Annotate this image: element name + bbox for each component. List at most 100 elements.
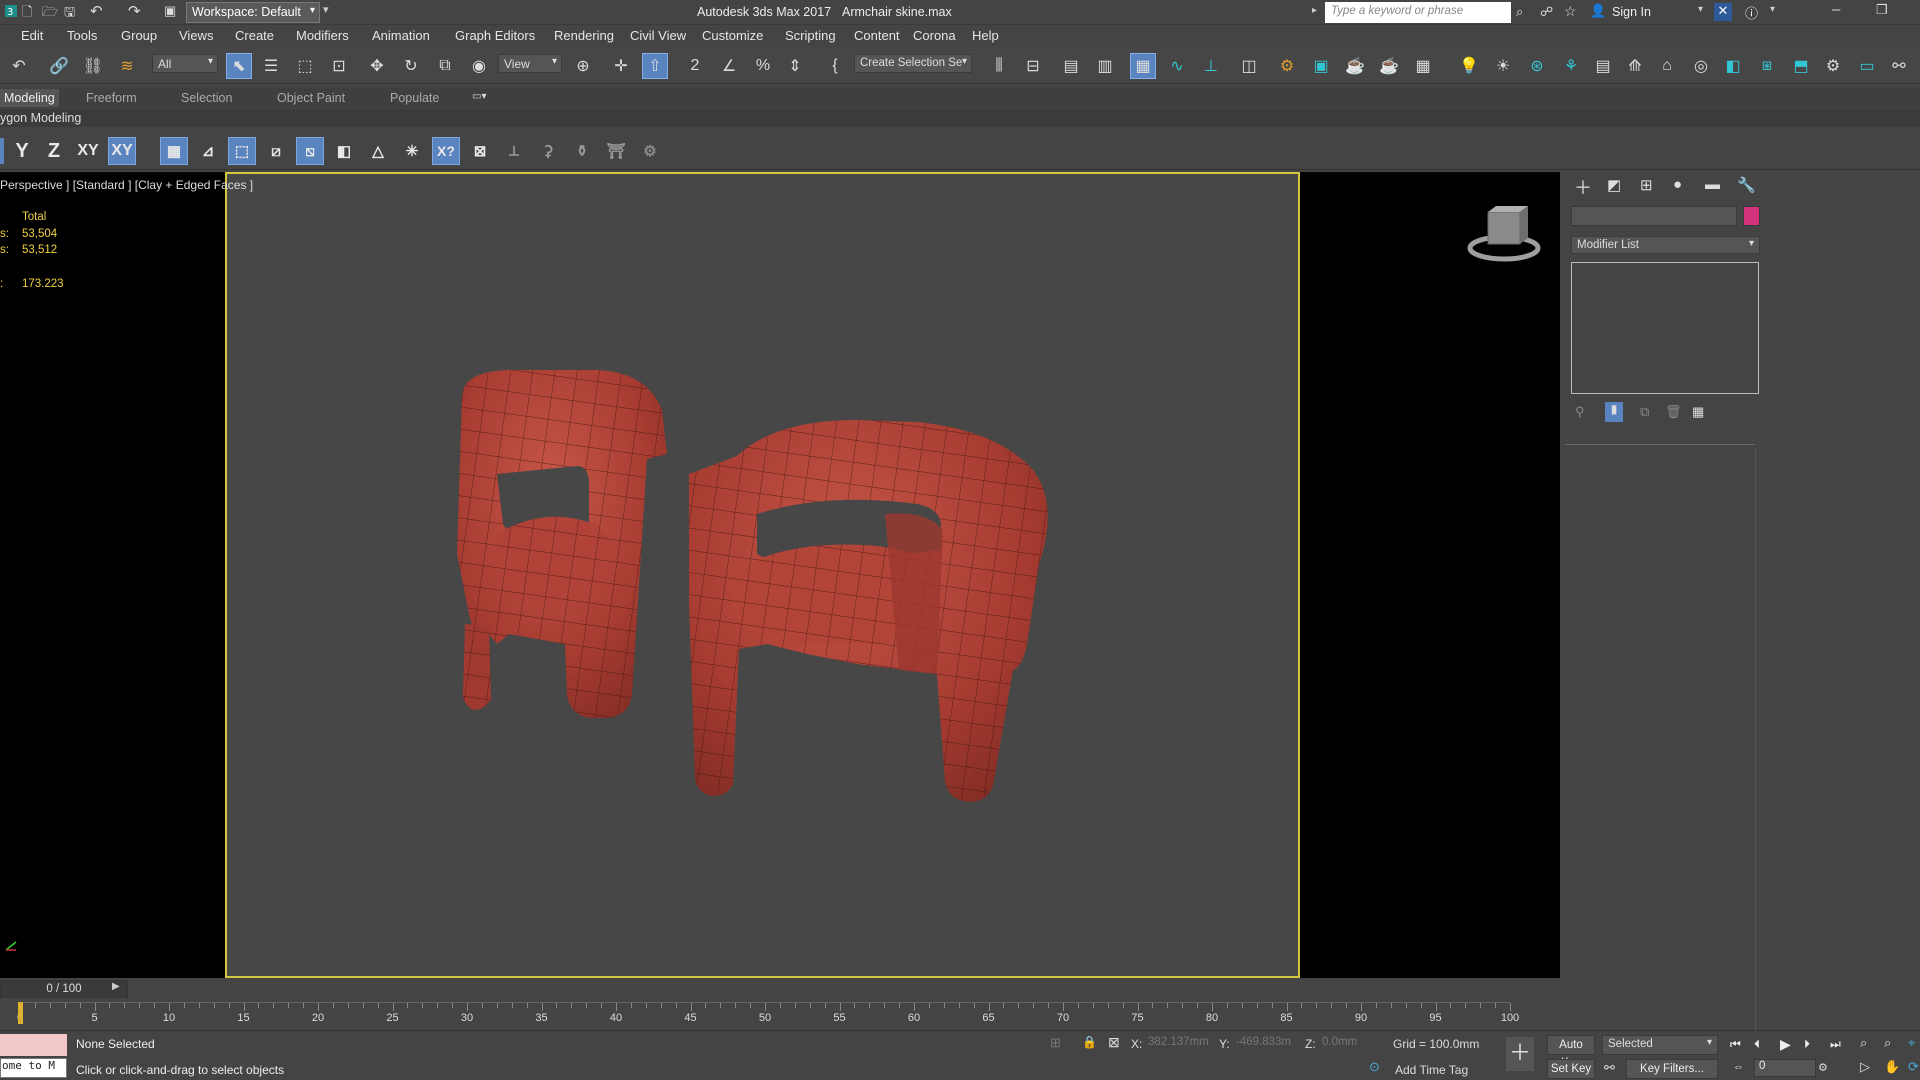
menu-edit[interactable]: Edit bbox=[21, 28, 43, 43]
ribbon-toggle-icon[interactable]: ▦ bbox=[1130, 53, 1156, 79]
chevron-down-icon[interactable]: ▾ bbox=[1698, 4, 1703, 15]
search-expand-icon[interactable]: ▸ bbox=[1312, 5, 1317, 16]
keyboard-shortcut-override-icon[interactable]: ⇧ bbox=[642, 53, 668, 79]
snap-options-3-icon[interactable]: ⚱ bbox=[568, 137, 596, 165]
snap-perpendicular-icon[interactable]: X? bbox=[432, 137, 460, 165]
favorites-star-icon[interactable]: ☆ bbox=[1564, 3, 1577, 20]
pin-stack-icon[interactable]: ⚲ bbox=[1575, 404, 1585, 420]
help-icon[interactable]: ⓘ bbox=[1745, 3, 1758, 22]
hierarchy-tab-icon[interactable]: ⊞ bbox=[1640, 176, 1653, 194]
subscription-icon[interactable]: ☍ bbox=[1540, 4, 1553, 20]
viewport-right-margin[interactable] bbox=[1300, 172, 1560, 978]
viewport-left-margin[interactable] bbox=[0, 172, 225, 978]
place-icon[interactable]: ◉ bbox=[466, 53, 492, 79]
current-frame-field[interactable]: 0 bbox=[1754, 1059, 1816, 1077]
select-object-icon[interactable]: ⬉ bbox=[226, 53, 252, 79]
menu-graph-editors[interactable]: Graph Editors bbox=[455, 28, 535, 43]
set-key-plus-icon[interactable]: ＋ bbox=[1506, 1037, 1534, 1071]
render-production-icon[interactable]: ☕ bbox=[1342, 53, 1368, 79]
chevron-down-icon[interactable]: ▾ bbox=[1770, 4, 1775, 15]
corona-material-icon[interactable]: ◎ bbox=[1688, 53, 1714, 79]
redo-icon[interactable]: ↷ bbox=[128, 2, 141, 20]
render-grid-icon[interactable]: ▦ bbox=[1410, 53, 1436, 79]
rotate-icon[interactable]: ↻ bbox=[398, 53, 424, 79]
maxscript-listener[interactable] bbox=[0, 1034, 67, 1056]
isolate-selection-icon[interactable]: ⊞ bbox=[1050, 1035, 1061, 1051]
named-selection-dropdown[interactable]: Create Selection Se ▾ bbox=[854, 54, 972, 73]
go-to-end-icon[interactable]: ⏭ bbox=[1830, 1037, 1841, 1052]
corona-interactive-icon[interactable]: ◧ bbox=[1720, 53, 1746, 79]
show-end-result-icon[interactable]: ▮ bbox=[1605, 402, 1623, 422]
corona-link-icon[interactable]: ⚯ bbox=[1886, 53, 1912, 79]
edit-named-selection-icon[interactable]: { bbox=[822, 53, 848, 79]
ref-coord-dropdown[interactable]: View ▾ bbox=[498, 54, 562, 73]
constraint-xy-cycle-button[interactable]: XY bbox=[108, 137, 136, 165]
menu-tools[interactable]: Tools bbox=[67, 28, 97, 43]
menu-animation[interactable]: Animation bbox=[372, 28, 430, 43]
viewport-label[interactable]: Perspective ] [Standard ] [Clay + Edged … bbox=[0, 178, 253, 192]
restore-button[interactable]: ❐ bbox=[1876, 2, 1888, 18]
snap-options-2-icon[interactable]: ⚳ bbox=[534, 137, 562, 165]
exchange-apps-icon[interactable]: ✕ bbox=[1714, 3, 1732, 21]
motion-tab-icon[interactable]: ● bbox=[1673, 176, 1682, 193]
menu-corona[interactable]: Corona bbox=[913, 28, 956, 43]
unlink-icon[interactable]: ⛓ bbox=[80, 53, 106, 79]
corona-vfb-icon[interactable]: ▤ bbox=[1590, 53, 1616, 79]
time-slider-next-icon[interactable]: ▶ bbox=[112, 981, 120, 992]
next-frame-icon[interactable]: ⏵ bbox=[1804, 1037, 1810, 1052]
previous-frame-icon[interactable]: ⏴ bbox=[1754, 1037, 1760, 1052]
time-config-icon[interactable]: ⚙ bbox=[1818, 1061, 1828, 1074]
snap-edge-icon[interactable]: ⧄ bbox=[262, 137, 290, 165]
select-by-name-icon[interactable]: ☰ bbox=[258, 53, 284, 79]
menu-content[interactable]: Content bbox=[854, 28, 900, 43]
modifier-stack[interactable] bbox=[1571, 262, 1759, 394]
orbit-icon[interactable]: ⟳ bbox=[1908, 1059, 1919, 1075]
snap-vertex-icon[interactable]: ⬚ bbox=[228, 137, 256, 165]
snap-options-4-icon[interactable]: ⛩ bbox=[602, 137, 630, 165]
new-file-icon[interactable]: 🗋 bbox=[22, 3, 38, 19]
object-name-field[interactable] bbox=[1571, 206, 1737, 226]
menu-views[interactable]: Views bbox=[179, 28, 213, 43]
corona-frame-icon[interactable]: ▭ bbox=[1854, 53, 1880, 79]
menu-civil-view[interactable]: Civil View bbox=[630, 28, 686, 43]
z-coordinate-field[interactable]: 0.0mm bbox=[1320, 1035, 1380, 1053]
open-file-icon[interactable]: 🗁 bbox=[42, 3, 58, 19]
link-icon[interactable]: 🔗 bbox=[46, 53, 72, 79]
corona-tools-icon[interactable]: ⚙ bbox=[1820, 53, 1846, 79]
tab-object-paint[interactable]: Object Paint bbox=[277, 91, 345, 105]
menu-group[interactable]: Group bbox=[121, 28, 157, 43]
rendered-frame-window-icon[interactable]: ▣ bbox=[1308, 53, 1334, 79]
zoom-extents-icon[interactable]: ⌖ bbox=[1908, 1035, 1915, 1051]
make-unique-icon[interactable]: ⧉ bbox=[1640, 404, 1649, 420]
user-icon[interactable]: 👤 bbox=[1590, 3, 1606, 19]
time-slider-thumb[interactable] bbox=[18, 1002, 23, 1024]
corona-proxy-icon[interactable]: ⚘ bbox=[1558, 53, 1584, 79]
absolute-mode-icon[interactable]: ⊠ bbox=[1108, 1034, 1120, 1051]
x-coordinate-field[interactable]: 382.137mm bbox=[1146, 1035, 1216, 1053]
ribbon-options-icon[interactable]: ▭▾ bbox=[472, 91, 492, 104]
modifier-list-dropdown[interactable]: Modifier List ▾ bbox=[1571, 236, 1760, 254]
time-tag-icon[interactable]: ⊙ bbox=[1369, 1059, 1380, 1075]
key-mode-toggle-icon[interactable]: ⚯ bbox=[1604, 1060, 1615, 1076]
project-folder-icon[interactable]: ▣ bbox=[164, 3, 176, 19]
tab-populate[interactable]: Populate bbox=[390, 91, 439, 105]
zoom-all-icon[interactable]: ⌕ bbox=[1884, 1035, 1891, 1051]
render-iterative-icon[interactable]: ☕ bbox=[1376, 53, 1402, 79]
tab-freeform[interactable]: Freeform bbox=[86, 91, 137, 105]
minimize-button[interactable]: – bbox=[1832, 1, 1840, 18]
scene-explorer-icon[interactable]: ▤ bbox=[1058, 53, 1084, 79]
play-icon[interactable]: ▶ bbox=[1780, 1036, 1791, 1053]
workspace-dropdown[interactable]: Workspace: Default ▾ bbox=[186, 2, 320, 23]
search-input[interactable]: Type a keyword or phrase bbox=[1325, 2, 1511, 23]
sign-in-link[interactable]: Sign In bbox=[1612, 5, 1651, 19]
percent-snap-icon[interactable]: % bbox=[750, 53, 776, 79]
quick-access-menu-icon[interactable]: ▾ bbox=[323, 3, 329, 16]
menu-help[interactable]: Help bbox=[972, 28, 999, 43]
binoculars-icon[interactable]: ⌕ bbox=[1516, 4, 1523, 20]
mirror-icon[interactable]: ⫼ bbox=[986, 53, 1012, 79]
menu-modifiers[interactable]: Modifiers bbox=[296, 28, 349, 43]
window-crossing-icon[interactable]: ⊡ bbox=[326, 53, 352, 79]
spinner-snap-icon[interactable]: ⇕ bbox=[782, 53, 808, 79]
scale-icon[interactable]: ⧉ bbox=[432, 53, 458, 79]
material-editor-icon[interactable]: ◫ bbox=[1236, 53, 1262, 79]
